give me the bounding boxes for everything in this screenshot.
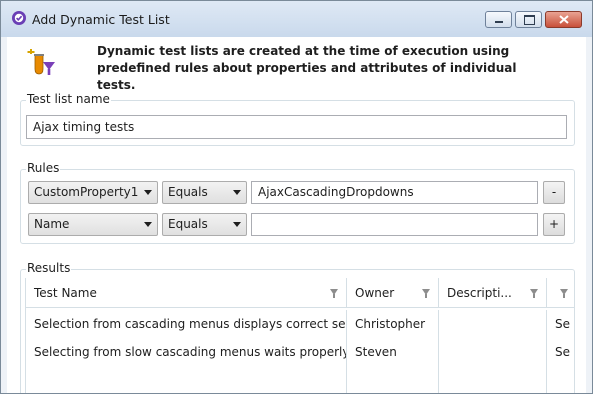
cell-owner: Christopher — [347, 310, 439, 338]
rule-1-property-value: CustomProperty1 — [34, 185, 139, 199]
rule-2-property-dropdown[interactable]: Name — [28, 213, 158, 236]
cell-owner: Steven — [347, 338, 439, 366]
chevron-down-icon — [233, 222, 241, 227]
cell-extra: Se — [555, 317, 570, 331]
remove-rule-button[interactable]: - — [543, 181, 565, 204]
chevron-down-icon — [144, 190, 152, 195]
window-title: Add Dynamic Test List — [32, 12, 170, 27]
filter-icon[interactable] — [422, 289, 430, 298]
rule-1-value-input[interactable]: AjaxCascadingDropdowns — [251, 181, 538, 204]
results-grid[interactable]: Test Name Owner Descripti... Selection f… — [25, 278, 575, 393]
column-divider — [546, 366, 547, 393]
column-divider — [346, 366, 347, 393]
filter-icon[interactable] — [530, 289, 538, 298]
chevron-down-icon — [144, 222, 152, 227]
rule-2-operator-value: Equals — [168, 217, 208, 231]
close-icon — [559, 15, 569, 24]
cell-description — [439, 310, 547, 338]
column-header-description[interactable]: Descripti... — [439, 278, 547, 308]
minimize-button[interactable] — [485, 11, 512, 28]
cell-test-name: Selecting from slow cascading menus wait… — [26, 338, 347, 366]
column-header-owner[interactable]: Owner — [347, 278, 439, 308]
cell-extra: Se — [555, 345, 570, 359]
header-description: Dynamic test lists are created at the ti… — [97, 44, 517, 92]
minimize-icon — [495, 21, 503, 23]
column-header-owner-label: Owner — [355, 286, 395, 300]
maximize-button[interactable] — [515, 11, 542, 28]
rules-label: Rules — [26, 161, 61, 175]
test-list-icon — [27, 49, 55, 75]
close-button[interactable] — [545, 11, 582, 28]
results-label: Results — [26, 261, 72, 275]
dialog-window: Add Dynamic Test List Dynamic test lists… — [0, 0, 593, 394]
filter-icon[interactable] — [560, 289, 568, 298]
rule-1-operator-value: Equals — [168, 185, 208, 199]
rule-2-property-value: Name — [34, 217, 70, 231]
app-gear-icon — [12, 11, 26, 25]
cell-test-name: Selection from cascading menus displays … — [26, 310, 347, 338]
column-header-test-name-label: Test Name — [34, 286, 97, 300]
rule-1-property-dropdown[interactable]: CustomProperty1 — [28, 181, 158, 204]
column-header-extra[interactable] — [547, 278, 574, 308]
test-list-name-input[interactable]: Ajax timing tests — [26, 115, 567, 139]
filter-icon[interactable] — [330, 289, 338, 298]
title-bar[interactable]: Add Dynamic Test List — [1, 1, 592, 37]
rule-1-operator-dropdown[interactable]: Equals — [162, 181, 247, 204]
rule-2-value-input[interactable] — [251, 213, 538, 236]
cell-description — [439, 338, 547, 366]
rule-2-operator-dropdown[interactable]: Equals — [162, 213, 247, 236]
add-rule-button[interactable]: + — [543, 213, 565, 236]
column-divider — [438, 366, 439, 393]
column-header-description-label: Descripti... — [447, 286, 512, 300]
maximize-icon — [524, 15, 535, 25]
column-header-test-name[interactable]: Test Name — [26, 278, 347, 308]
test-list-name-label: Test list name — [26, 92, 111, 106]
chevron-down-icon — [233, 190, 241, 195]
